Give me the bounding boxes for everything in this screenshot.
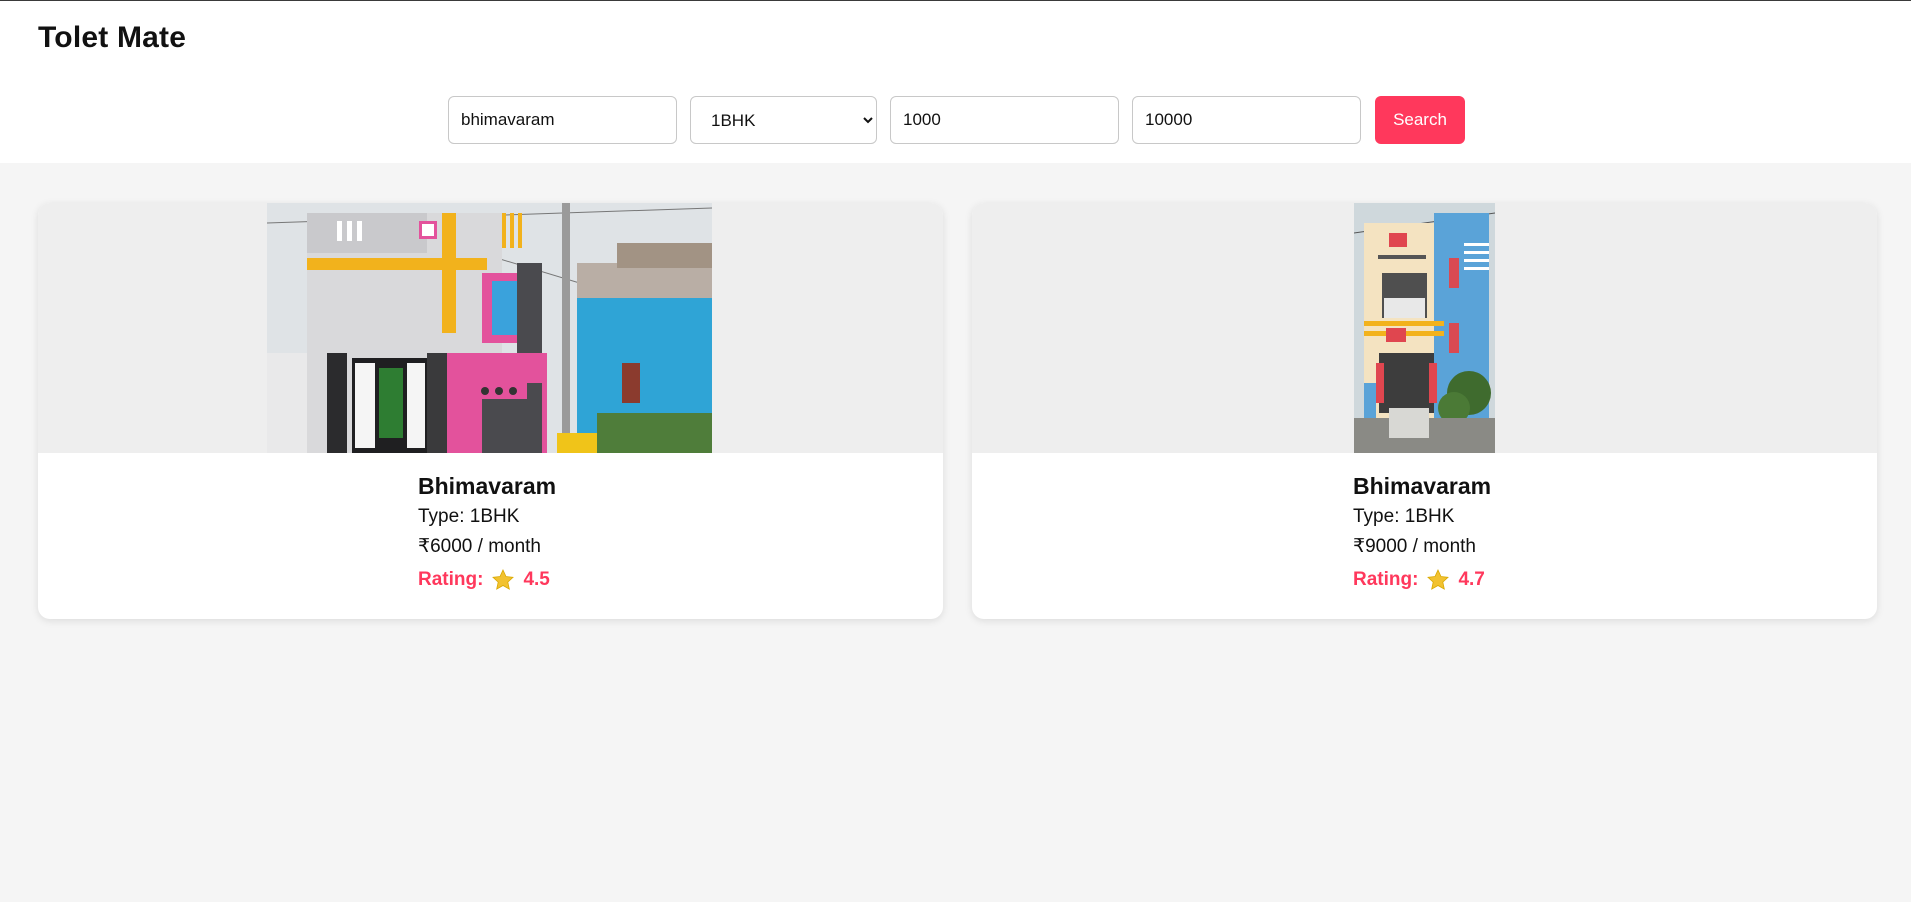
- app-header: Tolet Mate 1BHK Search: [0, 1, 1911, 163]
- rating-label: Rating:: [1353, 569, 1419, 590]
- listing-rating: Rating: 4.7: [1353, 568, 1491, 592]
- star-icon: [1427, 569, 1450, 590]
- listing-card[interactable]: Bhimavaram Type: 1BHK ₹9000 / month Rati…: [972, 203, 1877, 619]
- listing-card[interactable]: Bhimavaram Type: 1BHK ₹6000 / month Rati…: [38, 203, 943, 619]
- listing-photo[interactable]: [1354, 203, 1495, 453]
- listing-city: Bhimavaram: [1353, 473, 1492, 499]
- listings-grid: Bhimavaram Type: 1BHK ₹6000 / month Rati…: [0, 163, 1911, 902]
- listing-info: Bhimavaram Type: 1BHK ₹9000 / month Rati…: [1353, 473, 1491, 592]
- star-icon: [492, 569, 515, 590]
- listing-photo[interactable]: [267, 203, 712, 453]
- app-title: Tolet Mate: [38, 21, 187, 54]
- rating-value: 4.5: [523, 569, 550, 590]
- rating-value: 4.7: [1458, 569, 1485, 590]
- location-input[interactable]: [448, 96, 677, 144]
- listing-image-area: [38, 203, 943, 453]
- search-bar: 1BHK Search: [448, 96, 1465, 144]
- min-price-input[interactable]: [890, 96, 1119, 144]
- listing-price: ₹9000 / month: [1353, 536, 1476, 557]
- search-button[interactable]: Search: [1375, 96, 1465, 144]
- listing-type: Type: 1BHK: [1353, 506, 1455, 527]
- listing-info: Bhimavaram Type: 1BHK ₹6000 / month Rati…: [418, 473, 556, 592]
- listing-city: Bhimavaram: [418, 473, 557, 499]
- property-type-select[interactable]: 1BHK: [690, 96, 877, 144]
- rating-label: Rating:: [418, 569, 484, 590]
- listing-image-area: [972, 203, 1877, 453]
- listing-rating: Rating: 4.5: [418, 568, 556, 592]
- listing-price: ₹6000 / month: [418, 536, 541, 557]
- listing-type: Type: 1BHK: [418, 506, 520, 527]
- max-price-input[interactable]: [1132, 96, 1361, 144]
